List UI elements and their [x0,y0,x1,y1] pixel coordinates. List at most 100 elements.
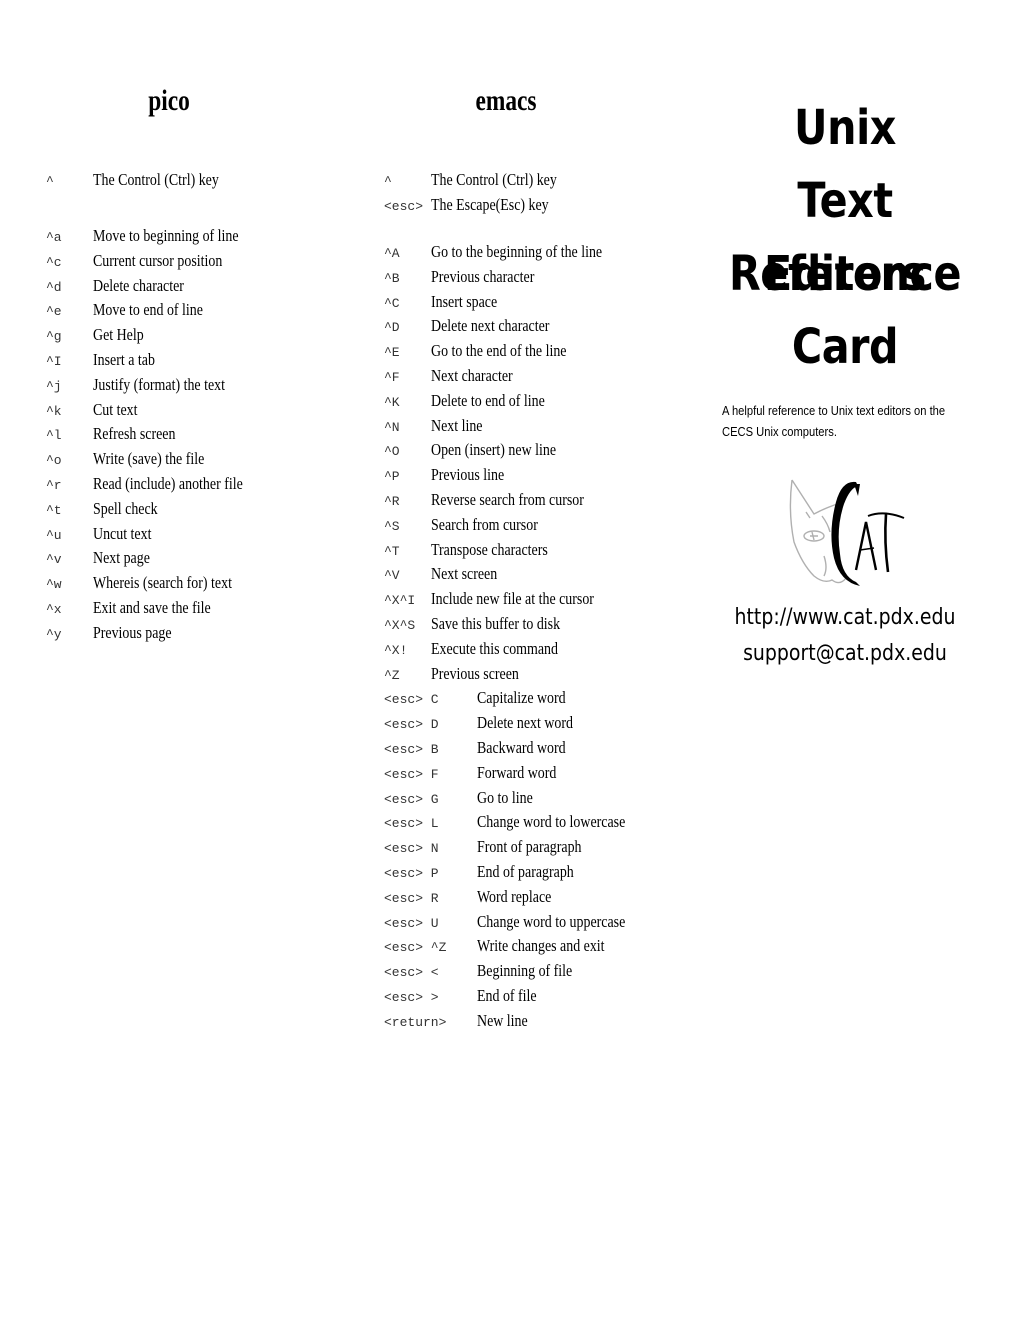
description: Insert space [431,292,498,311]
key: ^a [46,230,62,245]
description: Change word to lowercase [477,812,626,831]
description: Backward word [477,738,566,757]
website-link[interactable]: http://www.cat.pdx.edu [725,600,966,636]
description: Whereis (search for) text [93,573,232,592]
support-email-link[interactable]: support@cat.pdx.edu [725,636,966,672]
description: Uncut text [93,524,152,543]
description: Save this buffer to disk [431,614,561,633]
key: ^F [384,370,400,385]
key: ^d [46,280,62,295]
description: The Control (Ctrl) key [93,170,219,189]
key: ^X^S [384,618,416,633]
description: Word replace [477,887,552,906]
key: ^x [46,602,62,617]
key: ^l [46,428,62,443]
description: Delete next word [477,713,574,732]
key: ^P [384,469,400,484]
key: <esc> > [384,990,439,1005]
key: ^B [384,271,400,286]
key: ^Z [384,668,400,683]
description: Next screen [431,564,498,583]
key: ^D [384,320,400,335]
key: ^K [384,395,400,410]
key: <esc> ^Z [384,940,447,955]
description: Next page [93,548,150,567]
key: ^c [46,255,62,270]
description: Beginning of file [477,961,573,980]
key: <esc> N [384,841,439,856]
description: Refresh screen [93,424,176,443]
card-title-line: Text Editors [764,173,926,302]
description: Exit and save the file [93,598,211,617]
key: ^j [46,379,62,394]
key: ^X! [384,643,408,658]
key: <esc> G [384,792,439,807]
description: Open (insert) new line [431,440,557,459]
key: ^O [384,444,400,459]
description: Get Help [93,325,144,344]
description: End of paragraph [477,862,574,881]
description: Write (save) the file [93,449,205,468]
key: ^g [46,329,62,344]
description: Current cursor position [93,251,223,270]
key: ^R [384,494,400,509]
key: ^E [384,345,400,360]
key: <esc> C [384,692,439,707]
key: ^e [46,304,62,319]
description: Go to line [477,788,533,807]
card-title-line: Card [791,319,899,375]
key: ^V [384,568,400,583]
key: ^S [384,519,400,534]
description: Reverse search from cursor [431,490,584,509]
description: Delete character [93,276,184,295]
description: Move to beginning of line [93,226,239,245]
description: Capitalize word [477,688,566,707]
key: ^T [384,544,400,559]
card-title: Unix Text Editors Reference Card [725,92,966,384]
description: Previous page [93,623,172,642]
pico-title: pico [148,84,190,117]
cat-logo-text [831,481,905,586]
description: Spell check [93,499,158,518]
description: Delete next character [431,316,550,335]
description: Read (include) another file [93,474,243,493]
key: <esc> < [384,965,439,980]
description: Cut text [93,400,138,419]
key: ^v [46,552,62,567]
emacs-title: emacs [475,84,537,117]
key: ^ [46,174,54,189]
description: The Control (Ctrl) key [431,170,557,189]
key: <esc> [384,199,424,214]
key: ^ [384,174,392,189]
key: ^N [384,420,400,435]
description: Execute this command [431,639,558,658]
description: Go to the end of the line [431,341,567,360]
key: <esc> P [384,866,439,881]
key: ^t [46,503,62,518]
description: Go to the beginning of the line [431,242,603,261]
description: New line [477,1011,528,1030]
cat-logo-icon [789,479,905,586]
contact-links: http://www.cat.pdx.edu support@cat.pdx.e… [725,600,966,672]
key: <return> [384,1015,447,1030]
key: <esc> U [384,916,439,931]
description: Move to end of line [93,300,203,319]
card-title-line: Reference [728,246,962,302]
key: ^y [46,627,62,642]
key: ^A [384,246,400,261]
description: Previous screen [431,664,519,683]
description: Forward word [477,763,557,782]
key: <esc> L [384,816,439,831]
key: ^I [46,354,62,369]
card-description: A helpful reference to Unix text editors… [722,403,946,439]
key: ^X^I [384,593,416,608]
description: Transpose characters [431,540,548,559]
description: Include new file at the cursor [431,589,594,608]
description: Change word to uppercase [477,912,626,931]
description: Previous character [431,267,535,286]
description: Justify (format) the text [93,375,226,394]
key: <esc> R [384,891,439,906]
description: Search from cursor [431,515,538,534]
description: Next character [431,366,513,385]
key: ^r [46,478,62,493]
